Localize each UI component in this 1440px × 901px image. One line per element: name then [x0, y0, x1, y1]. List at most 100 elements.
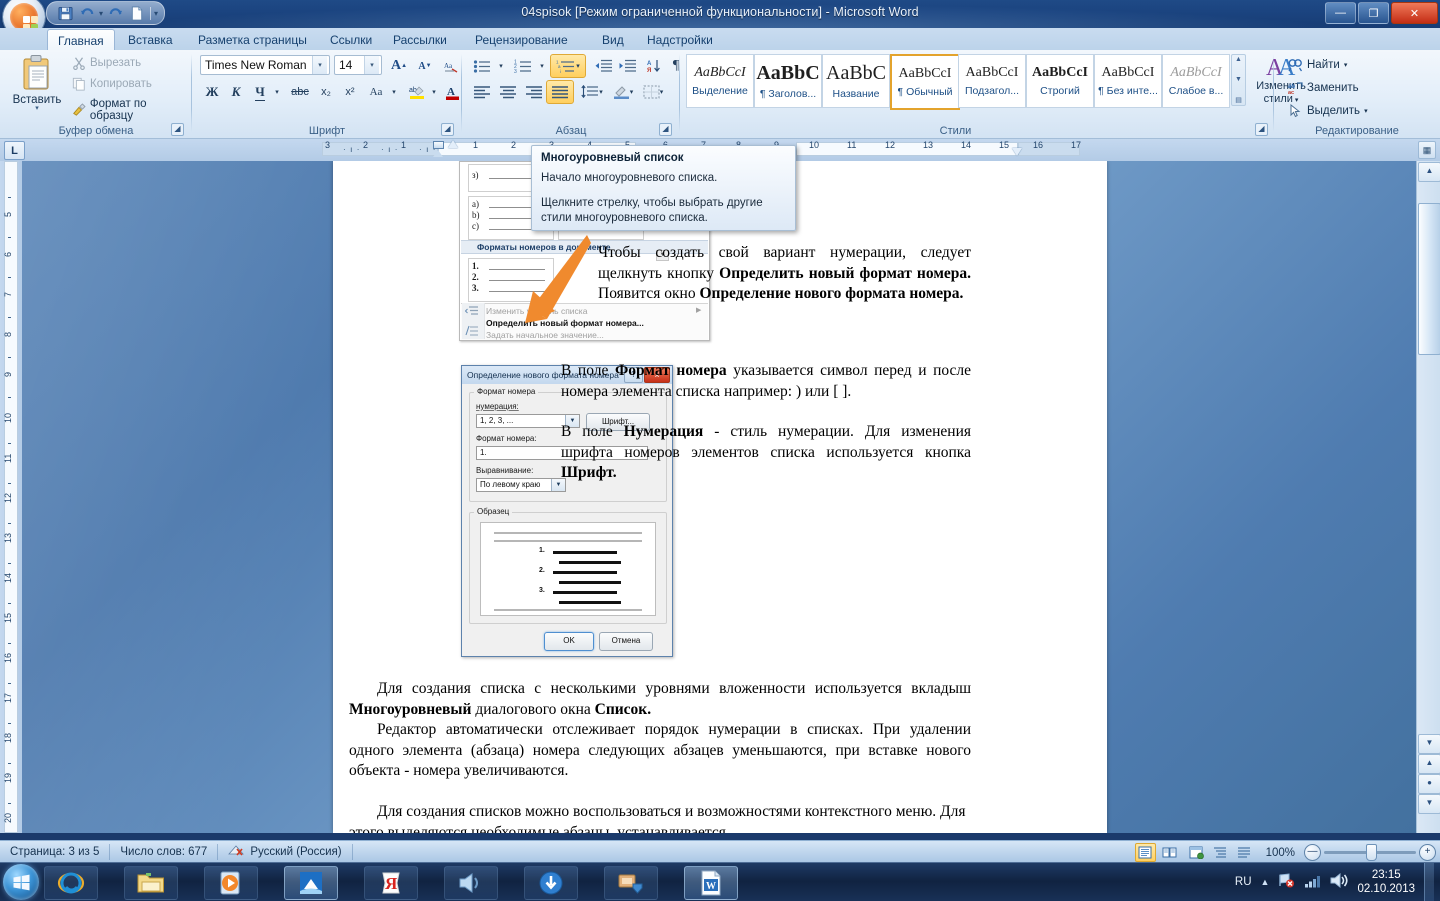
line-spacing-button[interactable]: ▾	[578, 80, 606, 104]
undo-icon[interactable]	[77, 4, 97, 22]
styles-gallery-scrollbar[interactable]: ▲ ▼ ▤	[1231, 54, 1246, 106]
print-layout-view-button[interactable]	[1134, 843, 1156, 862]
zoom-slider[interactable]	[1324, 844, 1416, 861]
italic-button[interactable]: К	[224, 80, 248, 104]
vertical-scrollbar[interactable]: ▲ ▼ ▲ ● ▼	[1416, 161, 1440, 833]
customize-qat-icon[interactable]: ▾	[154, 9, 158, 18]
taskbar-item-yandex[interactable]: Я	[364, 866, 418, 900]
previous-page-button[interactable]: ▲	[1418, 754, 1440, 774]
find-button[interactable]: Найти ▾	[1288, 58, 1347, 72]
strikethrough-button[interactable]: abc	[286, 80, 314, 104]
taskbar-item-maxthon[interactable]	[284, 866, 338, 900]
new-doc-icon[interactable]	[127, 4, 147, 22]
subscript-button[interactable]: x₂	[314, 80, 338, 104]
bullets-button[interactable]	[468, 54, 496, 78]
style-item-subtitle[interactable]: AaBbCcI Подзагол...	[958, 54, 1026, 108]
underline-button[interactable]: Ч	[248, 80, 272, 104]
style-item-emphasis[interactable]: AaBbCcI Выделение	[686, 54, 754, 108]
view-ruler-button[interactable]: ▦	[1418, 141, 1436, 159]
multilevel-list-button[interactable]: 1ai ▾	[550, 54, 586, 78]
undo-dropdown-icon[interactable]: ▾	[99, 9, 103, 18]
tab-page-layout[interactable]: Разметка страницы	[188, 29, 317, 50]
scroll-down-button[interactable]: ▼	[1418, 734, 1440, 754]
full-screen-reading-view-button[interactable]	[1159, 843, 1180, 862]
tray-language-indicator[interactable]: RU	[1235, 876, 1252, 888]
outline-view-button[interactable]	[1210, 843, 1231, 862]
gallery-more-icon[interactable]: ▤	[1235, 96, 1242, 104]
signal-icon[interactable]	[1304, 874, 1321, 891]
status-page-indicator[interactable]: Страница: 3 из 5	[0, 844, 111, 860]
minimize-button[interactable]: —	[1325, 2, 1356, 24]
style-item-strong[interactable]: AaBbCcI Строгий	[1026, 54, 1094, 108]
highlight-dropdown-icon[interactable]: ▾	[428, 80, 440, 104]
multilevel-list-dropdown-icon[interactable]: ▾	[576, 62, 580, 70]
taskbar-item-media-player[interactable]	[204, 866, 258, 900]
tab-insert[interactable]: Вставка	[118, 29, 183, 50]
tab-mailings[interactable]: Рассылки	[383, 29, 457, 50]
gallery-scroll-down-icon[interactable]: ▼	[1235, 76, 1242, 83]
taskbar-item-internet-explorer[interactable]	[44, 866, 98, 900]
font-size-dropdown-icon[interactable]: ▾	[364, 56, 379, 74]
style-item-subtle-emphasis[interactable]: AaBbCcI Слабое в...	[1162, 54, 1230, 108]
tab-review[interactable]: Рецензирование	[465, 29, 578, 50]
taskbar-item-download-manager[interactable]	[524, 866, 578, 900]
select-button[interactable]: Выделить ▾	[1288, 104, 1368, 118]
shrink-font-button[interactable]: A ▼	[412, 54, 438, 78]
document-page[interactable]: з) a) b) c) Форматы номеров в документе …	[333, 161, 1107, 833]
close-button[interactable]: ✕	[1391, 2, 1438, 24]
scroll-up-button[interactable]: ▲	[1418, 162, 1440, 182]
shading-button[interactable]: ▾	[610, 80, 636, 104]
taskbar-item-microsoft-word[interactable]: W	[684, 866, 738, 900]
find-dropdown-icon[interactable]: ▾	[1344, 61, 1348, 69]
font-dialog-launcher-icon[interactable]: ◢	[441, 123, 454, 136]
start-button[interactable]	[3, 864, 39, 900]
taskbar-item-archiver[interactable]	[604, 866, 658, 900]
zoom-level-label[interactable]: 100%	[1266, 847, 1295, 859]
status-language[interactable]: Русский (Россия)	[218, 844, 353, 860]
paragraph-dialog-launcher-icon[interactable]: ◢	[659, 123, 672, 136]
highlight-color-button[interactable]: ab	[404, 80, 430, 104]
zoom-slider-thumb[interactable]	[1366, 844, 1377, 861]
tab-addins[interactable]: Надстройки	[637, 29, 723, 50]
align-right-button[interactable]	[520, 80, 548, 104]
volume-icon[interactable]	[1330, 872, 1348, 891]
network-icon[interactable]	[1278, 873, 1295, 891]
tab-references[interactable]: Ссылки	[320, 29, 382, 50]
paste-dropdown-icon[interactable]: ▾	[35, 105, 39, 112]
change-case-dropdown-icon[interactable]: ▾	[388, 80, 400, 104]
save-icon[interactable]	[55, 4, 75, 22]
font-family-combo[interactable]: Times New Roman ▾	[200, 55, 330, 75]
style-item-normal[interactable]: AaBbCcI ¶ Обычный	[890, 54, 960, 110]
tab-view[interactable]: Вид	[592, 29, 634, 50]
quick-access-toolbar[interactable]: ▾ ▾	[46, 1, 166, 25]
left-indent-marker[interactable]	[448, 140, 458, 148]
zoom-in-button[interactable]: +	[1419, 844, 1436, 861]
tab-home[interactable]: Главная	[47, 29, 115, 51]
paste-button[interactable]: Вставить ▾	[8, 54, 66, 116]
style-item-title[interactable]: AaBbC Название	[822, 54, 890, 108]
decrease-indent-button[interactable]	[590, 54, 616, 78]
draft-view-button[interactable]	[1234, 843, 1255, 862]
numbering-button[interactable]: 123	[509, 54, 537, 78]
tab-stop-selector[interactable]: L	[4, 141, 25, 160]
underline-dropdown-icon[interactable]: ▾	[270, 80, 284, 104]
replace-button[interactable]: ab ac Заменить	[1288, 81, 1359, 95]
style-item-heading[interactable]: AaBbC ¶ Заголов...	[754, 54, 822, 108]
scroll-thumb[interactable]	[1418, 203, 1440, 355]
taskbar-item-file-explorer[interactable]	[124, 866, 178, 900]
web-layout-view-button[interactable]	[1186, 843, 1207, 862]
office-button[interactable]	[3, 0, 45, 28]
font-family-dropdown-icon[interactable]: ▾	[312, 56, 327, 74]
line-spacing-dropdown-icon[interactable]: ▾	[599, 88, 603, 96]
zoom-out-button[interactable]: —	[1304, 844, 1321, 861]
format-painter-button[interactable]: Формат по образцу	[72, 98, 192, 122]
align-left-button[interactable]	[468, 80, 496, 104]
taskbar-item-volume-app[interactable]	[444, 866, 498, 900]
numbering-dropdown-icon[interactable]: ▾	[535, 54, 549, 78]
clipboard-dialog-launcher-icon[interactable]: ◢	[171, 123, 184, 136]
style-item-no-spacing[interactable]: AaBbCcI ¶ Без инте...	[1094, 54, 1162, 108]
shading-dropdown-icon[interactable]: ▾	[630, 88, 634, 96]
gallery-scroll-up-icon[interactable]: ▲	[1235, 56, 1242, 63]
proofing-errors-icon[interactable]	[228, 844, 245, 860]
increase-indent-button[interactable]	[614, 54, 640, 78]
